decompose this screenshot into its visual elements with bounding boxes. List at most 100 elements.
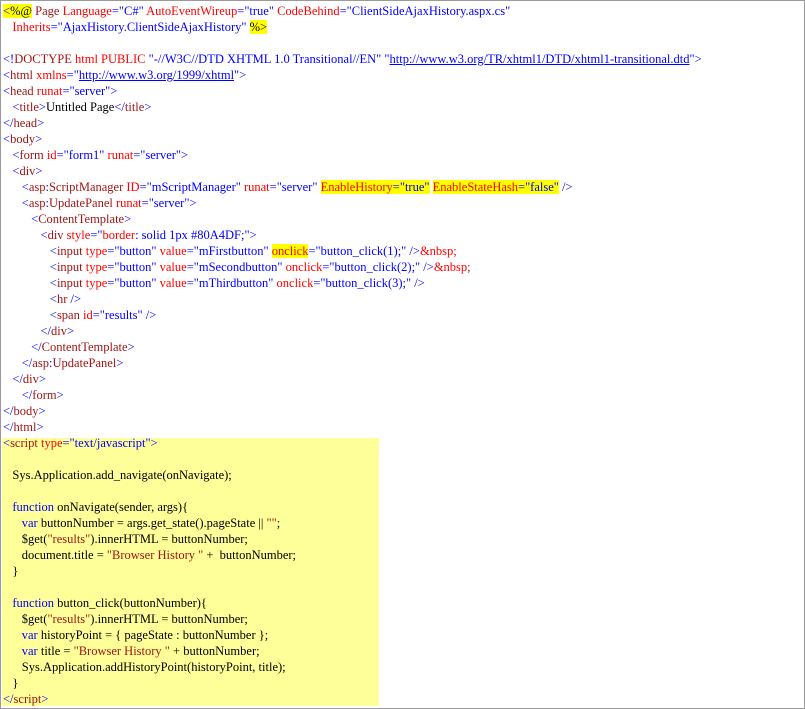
code-token: > [144, 100, 152, 114]
code-token: ScriptManager [48, 180, 124, 194]
code-line: Sys.Application.addHistoryPoint(historyP… [3, 659, 702, 675]
code-token: Untitled Page [45, 100, 115, 114]
code-token: > [36, 420, 44, 434]
code-token: script [10, 436, 38, 450]
code-token: ="ClientSideAjaxHistory.aspx.cs" [339, 4, 511, 18]
code-token: < [3, 436, 11, 450]
code-token: ="button_click(3);" [313, 276, 412, 290]
code-token: ="mScriptManager" [139, 180, 244, 194]
code-token: id [46, 148, 57, 162]
code-token: div [51, 324, 68, 338]
code-line: <!DOCTYPE html PUBLIC "-//W3C//DTD XHTML… [3, 51, 702, 67]
code-token: "" [266, 516, 277, 530]
code-token: ID [126, 180, 140, 194]
code-token: : [135, 228, 142, 242]
code-token: solid 1px #80A4DF [141, 228, 241, 242]
code-token: asp [32, 356, 49, 370]
code-token: ="button_click(2);" [322, 260, 421, 274]
code-token: hr [56, 292, 68, 306]
code-line: </script> [3, 691, 702, 707]
code-line: $get("results").innerHTML = buttonNumber… [3, 611, 702, 627]
code-token: ; [276, 516, 281, 530]
code-token: + buttonNumber; [203, 548, 297, 562]
code-token: "results" [47, 532, 91, 546]
code-token: < [3, 276, 57, 290]
code-token: input [56, 244, 83, 258]
code-token: title [19, 100, 39, 114]
code-token: %@ [10, 4, 32, 18]
code-line: var historyPoint = { pageState : buttonN… [3, 627, 702, 643]
code-token: value [159, 244, 187, 258]
code-line: } [3, 563, 702, 579]
code-token: < [3, 244, 57, 258]
code-line: <ContentTemplate> [3, 211, 702, 227]
code-token: "-//W3C//DTD XHTML 1.0 Transitional//EN"… [145, 52, 390, 66]
code-token: <! [3, 52, 15, 66]
code-token: runat [115, 196, 142, 210]
code-token: </ [3, 356, 33, 370]
code-token: </ [3, 404, 14, 418]
code-token: } [3, 676, 19, 690]
code-token: Inherits [3, 20, 51, 34]
code-token: > [56, 388, 64, 402]
code-line: <form id="form1" runat="server"> [3, 147, 702, 163]
code-token: < [3, 180, 29, 194]
code-token: ContentTemplate [41, 340, 128, 354]
code-token: /> [67, 292, 82, 306]
code-token: /> [142, 308, 157, 322]
code-token: > [37, 116, 45, 130]
code-line: } [3, 675, 702, 691]
code-token: ="button_click(1);" [308, 244, 407, 258]
code-token: document.title = [3, 548, 107, 562]
code-line: <div style="border: solid 1px #80A4DF;"> [3, 227, 702, 243]
code-line: </head> [3, 115, 702, 131]
code-token: < [3, 260, 57, 274]
code-token: form [32, 388, 57, 402]
code-token: EnableHistory [320, 180, 393, 194]
code-token: =" [66, 68, 79, 82]
code-token: historyPoint = { pageState : buttonNumbe… [37, 628, 269, 642]
code-token: function [12, 500, 55, 514]
code-token: span [56, 308, 80, 322]
code-token: > [124, 212, 132, 226]
code-token: < [3, 196, 29, 210]
code-token: var [21, 628, 38, 642]
code-token: ="AjaxHistory.ClientSideAjaxHistory" [50, 20, 247, 34]
code-token: > [38, 404, 46, 418]
code-token: "results" [47, 612, 91, 626]
code-token: var [21, 644, 38, 658]
code-token: border [102, 228, 136, 242]
code-token: asp [28, 180, 46, 194]
code-token: html [75, 52, 98, 66]
code-token: < [3, 148, 20, 162]
code-line: <%@ Page Language="C#" AutoEventWireup="… [3, 3, 702, 19]
code-token: html [13, 420, 37, 434]
code-token: > [41, 692, 49, 706]
code-line: Sys.Application.add_navigate(onNavigate)… [3, 467, 702, 483]
code-token: /> [420, 260, 434, 274]
code-token: div [22, 372, 39, 386]
code-token: =" [90, 228, 103, 242]
code-line: <body> [3, 131, 702, 147]
code-token: form [19, 148, 44, 162]
code-token: ="text/javascript"> [62, 436, 158, 450]
code-token: ="mFirstbutton" [186, 244, 272, 258]
code-line: function onNavigate(sender, args){ [3, 499, 702, 515]
code-line: <title>Untitled Page</title> [3, 99, 702, 115]
code-token: ="mSecondbutton" [186, 260, 286, 274]
code-token: value [159, 276, 187, 290]
code-token: > [38, 100, 46, 114]
code-token: </ [114, 100, 125, 114]
code-token: title [124, 100, 145, 114]
code-token: /> [558, 180, 573, 194]
code-line: <head runat="server"> [3, 83, 702, 99]
code-token: value [159, 260, 187, 274]
code-token: Sys.Application.addHistoryPoint(historyP… [3, 660, 286, 674]
code-token: div [19, 164, 36, 178]
code-token: div [47, 228, 64, 242]
code-line: </div> [3, 323, 702, 339]
code-line: <script type="text/javascript"> [3, 435, 702, 451]
